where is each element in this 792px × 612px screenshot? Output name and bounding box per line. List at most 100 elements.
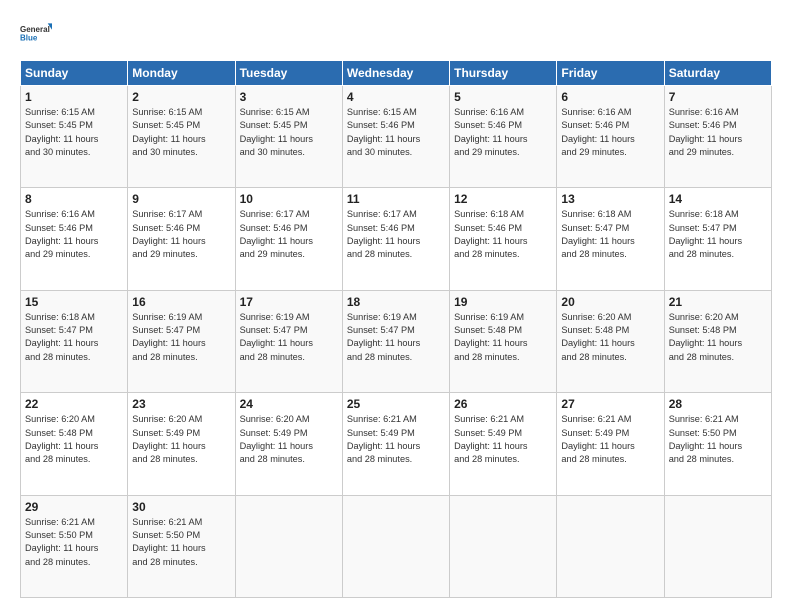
day-number: 21 — [669, 295, 767, 309]
day-cell-7: 7 Sunrise: 6:16 AMSunset: 5:46 PMDaylight… — [664, 86, 771, 188]
day-info: Sunrise: 6:15 AMSunset: 5:46 PMDaylight:… — [347, 106, 445, 159]
day-cell-21: 21 Sunrise: 6:20 AMSunset: 5:48 PMDayligh… — [664, 290, 771, 392]
day-info: Sunrise: 6:17 AMSunset: 5:46 PMDaylight:… — [240, 208, 338, 261]
day-header-thursday: Thursday — [450, 61, 557, 86]
day-info: Sunrise: 6:20 AMSunset: 5:48 PMDaylight:… — [561, 311, 659, 364]
day-number: 25 — [347, 397, 445, 411]
day-number: 6 — [561, 90, 659, 104]
day-cell-6: 6 Sunrise: 6:16 AMSunset: 5:46 PMDaylight… — [557, 86, 664, 188]
day-info: Sunrise: 6:18 AMSunset: 5:47 PMDaylight:… — [561, 208, 659, 261]
day-number: 23 — [132, 397, 230, 411]
day-info: Sunrise: 6:20 AMSunset: 5:48 PMDaylight:… — [669, 311, 767, 364]
logo: General Blue — [20, 18, 52, 50]
day-number: 15 — [25, 295, 123, 309]
day-info: Sunrise: 6:16 AMSunset: 5:46 PMDaylight:… — [561, 106, 659, 159]
day-cell-20: 20 Sunrise: 6:20 AMSunset: 5:48 PMDayligh… — [557, 290, 664, 392]
calendar-header: SundayMondayTuesdayWednesdayThursdayFrid… — [21, 61, 772, 86]
day-cell-19: 19 Sunrise: 6:19 AMSunset: 5:48 PMDayligh… — [450, 290, 557, 392]
day-number: 20 — [561, 295, 659, 309]
calendar-week-5: 29 Sunrise: 6:21 AMSunset: 5:50 PMDayligh… — [21, 495, 772, 597]
day-info: Sunrise: 6:17 AMSunset: 5:46 PMDaylight:… — [347, 208, 445, 261]
day-cell-10: 10 Sunrise: 6:17 AMSunset: 5:46 PMDayligh… — [235, 188, 342, 290]
svg-text:General: General — [20, 25, 50, 34]
day-cell-25: 25 Sunrise: 6:21 AMSunset: 5:49 PMDayligh… — [342, 393, 449, 495]
day-number: 9 — [132, 192, 230, 206]
logo-svg: General Blue — [20, 18, 52, 50]
day-cell-8: 8 Sunrise: 6:16 AMSunset: 5:46 PMDaylight… — [21, 188, 128, 290]
day-number: 4 — [347, 90, 445, 104]
day-info: Sunrise: 6:15 AMSunset: 5:45 PMDaylight:… — [132, 106, 230, 159]
day-info: Sunrise: 6:16 AMSunset: 5:46 PMDaylight:… — [25, 208, 123, 261]
empty-cell — [235, 495, 342, 597]
day-number: 30 — [132, 500, 230, 514]
day-cell-14: 14Sunrise: 6:18 AMSunset: 5:47 PMDayligh… — [664, 188, 771, 290]
day-number: 11 — [347, 192, 445, 206]
page: General Blue SundayMondayTuesdayWednesda… — [0, 0, 792, 612]
day-cell-5: 5 Sunrise: 6:16 AMSunset: 5:46 PMDaylight… — [450, 86, 557, 188]
day-cell-9: 9 Sunrise: 6:17 AMSunset: 5:46 PMDaylight… — [128, 188, 235, 290]
day-number: 2 — [132, 90, 230, 104]
day-header-tuesday: Tuesday — [235, 61, 342, 86]
day-info: Sunrise: 6:21 AMSunset: 5:49 PMDaylight:… — [347, 413, 445, 466]
day-cell-12: 12 Sunrise: 6:18 AMSunset: 5:46 PMDayligh… — [450, 188, 557, 290]
day-info: Sunrise: 6:18 AMSunset: 5:46 PMDaylight:… — [454, 208, 552, 261]
day-info: Sunrise: 6:19 AMSunset: 5:47 PMDaylight:… — [347, 311, 445, 364]
day-info: Sunrise: 6:20 AMSunset: 5:49 PMDaylight:… — [240, 413, 338, 466]
day-cell-23: 23 Sunrise: 6:20 AMSunset: 5:49 PMDayligh… — [128, 393, 235, 495]
day-cell-13: 13 Sunrise: 6:18 AMSunset: 5:47 PMDayligh… — [557, 188, 664, 290]
day-cell-16: 16Sunrise: 6:19 AMSunset: 5:47 PMDayligh… — [128, 290, 235, 392]
day-number: 17 — [240, 295, 338, 309]
day-info: Sunrise: 6:15 AMSunset: 5:45 PMDaylight:… — [240, 106, 338, 159]
day-cell-26: 26 Sunrise: 6:21 AMSunset: 5:49 PMDayligh… — [450, 393, 557, 495]
day-number: 29 — [25, 500, 123, 514]
day-number: 7 — [669, 90, 767, 104]
calendar-body: 1Sunrise: 6:15 AMSunset: 5:45 PMDaylight… — [21, 86, 772, 598]
calendar-week-3: 15 Sunrise: 6:18 AMSunset: 5:47 PMDayligh… — [21, 290, 772, 392]
day-number: 22 — [25, 397, 123, 411]
day-cell-15: 15 Sunrise: 6:18 AMSunset: 5:47 PMDayligh… — [21, 290, 128, 392]
day-cell-18: 18 Sunrise: 6:19 AMSunset: 5:47 PMDayligh… — [342, 290, 449, 392]
day-number: 19 — [454, 295, 552, 309]
day-cell-17: 17 Sunrise: 6:19 AMSunset: 5:47 PMDayligh… — [235, 290, 342, 392]
calendar-week-2: 8 Sunrise: 6:16 AMSunset: 5:46 PMDaylight… — [21, 188, 772, 290]
day-number: 26 — [454, 397, 552, 411]
header: General Blue — [20, 18, 772, 50]
day-number: 10 — [240, 192, 338, 206]
day-number: 18 — [347, 295, 445, 309]
day-cell-29: 29 Sunrise: 6:21 AMSunset: 5:50 PMDayligh… — [21, 495, 128, 597]
day-info: Sunrise: 6:21 AMSunset: 5:49 PMDaylight:… — [561, 413, 659, 466]
day-cell-11: 11 Sunrise: 6:17 AMSunset: 5:46 PMDayligh… — [342, 188, 449, 290]
day-info: Sunrise: 6:18 AMSunset: 5:47 PMDaylight:… — [25, 311, 123, 364]
day-info: Sunrise: 6:19 AMSunset: 5:47 PMDaylight:… — [240, 311, 338, 364]
day-cell-22: 22 Sunrise: 6:20 AMSunset: 5:48 PMDayligh… — [21, 393, 128, 495]
empty-cell — [557, 495, 664, 597]
day-number: 12 — [454, 192, 552, 206]
day-number: 24 — [240, 397, 338, 411]
svg-text:Blue: Blue — [20, 33, 38, 42]
day-info: Sunrise: 6:21 AMSunset: 5:49 PMDaylight:… — [454, 413, 552, 466]
day-cell-27: 27 Sunrise: 6:21 AMSunset: 5:49 PMDayligh… — [557, 393, 664, 495]
day-info: Sunrise: 6:21 AMSunset: 5:50 PMDaylight:… — [25, 516, 123, 569]
day-cell-4: 4 Sunrise: 6:15 AMSunset: 5:46 PMDaylight… — [342, 86, 449, 188]
day-number: 27 — [561, 397, 659, 411]
day-cell-2: 2 Sunrise: 6:15 AMSunset: 5:45 PMDaylight… — [128, 86, 235, 188]
day-header-saturday: Saturday — [664, 61, 771, 86]
day-info: Sunrise: 6:19 AMSunset: 5:48 PMDaylight:… — [454, 311, 552, 364]
day-number: 5 — [454, 90, 552, 104]
day-number: 14 — [669, 192, 767, 206]
day-info: Sunrise: 6:20 AMSunset: 5:49 PMDaylight:… — [132, 413, 230, 466]
day-number: 13 — [561, 192, 659, 206]
day-info: Sunrise: 6:16 AMSunset: 5:46 PMDaylight:… — [454, 106, 552, 159]
day-info: Sunrise: 6:16 AMSunset: 5:46 PMDaylight:… — [669, 106, 767, 159]
day-info: Sunrise: 6:21 AMSunset: 5:50 PMDaylight:… — [669, 413, 767, 466]
day-number: 8 — [25, 192, 123, 206]
day-info: Sunrise: 6:15 AMSunset: 5:45 PMDaylight:… — [25, 106, 123, 159]
day-info: Sunrise: 6:17 AMSunset: 5:46 PMDaylight:… — [132, 208, 230, 261]
day-cell-30: 30Sunrise: 6:21 AMSunset: 5:50 PMDayligh… — [128, 495, 235, 597]
day-info: Sunrise: 6:19 AMSunset: 5:47 PMDaylight:… — [132, 311, 230, 364]
calendar-table: SundayMondayTuesdayWednesdayThursdayFrid… — [20, 60, 772, 598]
day-number: 28 — [669, 397, 767, 411]
empty-cell — [664, 495, 771, 597]
empty-cell — [450, 495, 557, 597]
day-info: Sunrise: 6:20 AMSunset: 5:48 PMDaylight:… — [25, 413, 123, 466]
